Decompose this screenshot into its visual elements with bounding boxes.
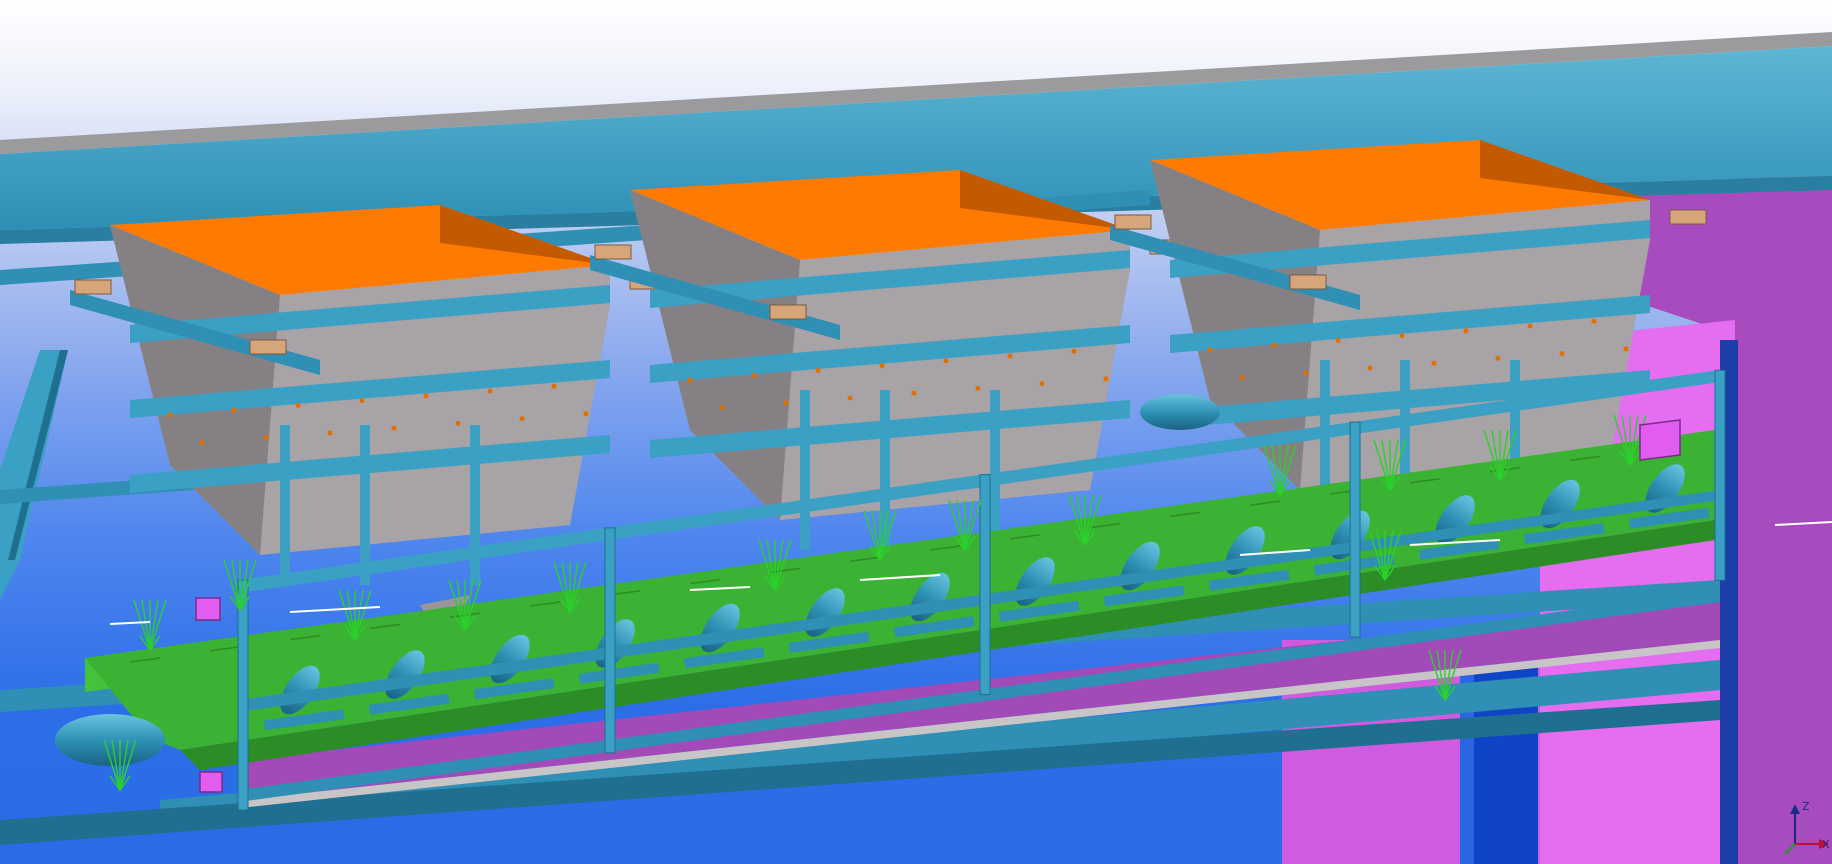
bolt (1399, 333, 1405, 339)
bolt (487, 388, 493, 394)
scene-3d[interactable] (0, 0, 1832, 864)
bolt (879, 363, 885, 369)
bolt (391, 425, 397, 431)
bolt (719, 405, 725, 411)
bolt (551, 383, 557, 389)
axis-z-label: Z (1802, 800, 1810, 813)
tail-pulley (1140, 394, 1220, 430)
hopper-bracket (594, 244, 632, 260)
bolt (1559, 351, 1565, 357)
bolt (1103, 376, 1109, 382)
bolt (943, 358, 949, 364)
bolt (1039, 381, 1045, 387)
hopper-post (280, 425, 290, 585)
bolt (231, 407, 237, 413)
hopper-bracket (769, 304, 807, 320)
bolt (1071, 348, 1077, 354)
hopper-bracket (1114, 214, 1152, 230)
magenta-block-right (1639, 419, 1681, 461)
hopper-bracket (1289, 274, 1327, 290)
model-viewport[interactable]: Z X (0, 0, 1832, 864)
bolt (167, 412, 173, 418)
bolt (975, 385, 981, 391)
bolt (1495, 355, 1501, 361)
bolt (199, 440, 205, 446)
bolt (1591, 318, 1597, 324)
hopper-bracket (1669, 209, 1707, 225)
handrail-post (237, 579, 249, 811)
bolt (911, 390, 917, 396)
bolt (1623, 346, 1629, 352)
bolt (1303, 370, 1309, 376)
magenta-block-left (195, 597, 221, 621)
load-arrow (133, 599, 151, 651)
load-symbol (133, 599, 167, 652)
hopper-post (470, 425, 480, 585)
bolt (1271, 342, 1277, 348)
bolt (751, 372, 757, 378)
load-arrow (149, 599, 167, 651)
load-arrow (149, 599, 159, 651)
handrail-post (1349, 421, 1361, 638)
bolt (687, 377, 693, 383)
bolt (1431, 360, 1437, 366)
bolt (1207, 347, 1213, 353)
bolt (1367, 365, 1373, 371)
magenta-block-bottom (199, 771, 223, 793)
load-arrow (141, 599, 151, 651)
bolt (519, 416, 525, 422)
bolt (1007, 353, 1013, 359)
handrail-post (979, 474, 991, 696)
handrail-post (604, 527, 616, 754)
bolt (423, 393, 429, 399)
bolt (1463, 328, 1469, 334)
bolt (455, 420, 461, 426)
bolt (263, 435, 269, 441)
axis-x-label: X (1822, 838, 1830, 851)
hopper-bracket (249, 339, 287, 355)
hopper-post (800, 390, 810, 550)
handrail-post (1714, 369, 1726, 581)
hopper-post (990, 390, 1000, 550)
bolt (815, 367, 821, 373)
hopper-bracket (74, 279, 112, 295)
bolt (783, 400, 789, 406)
bolt (1527, 323, 1533, 329)
bolt (359, 398, 365, 404)
bolt (327, 430, 333, 436)
bolt (583, 411, 589, 417)
bolt (1335, 337, 1341, 343)
hopper-post (360, 425, 370, 585)
bolt (847, 395, 853, 401)
bolt (1239, 375, 1245, 381)
bolt (295, 402, 301, 408)
